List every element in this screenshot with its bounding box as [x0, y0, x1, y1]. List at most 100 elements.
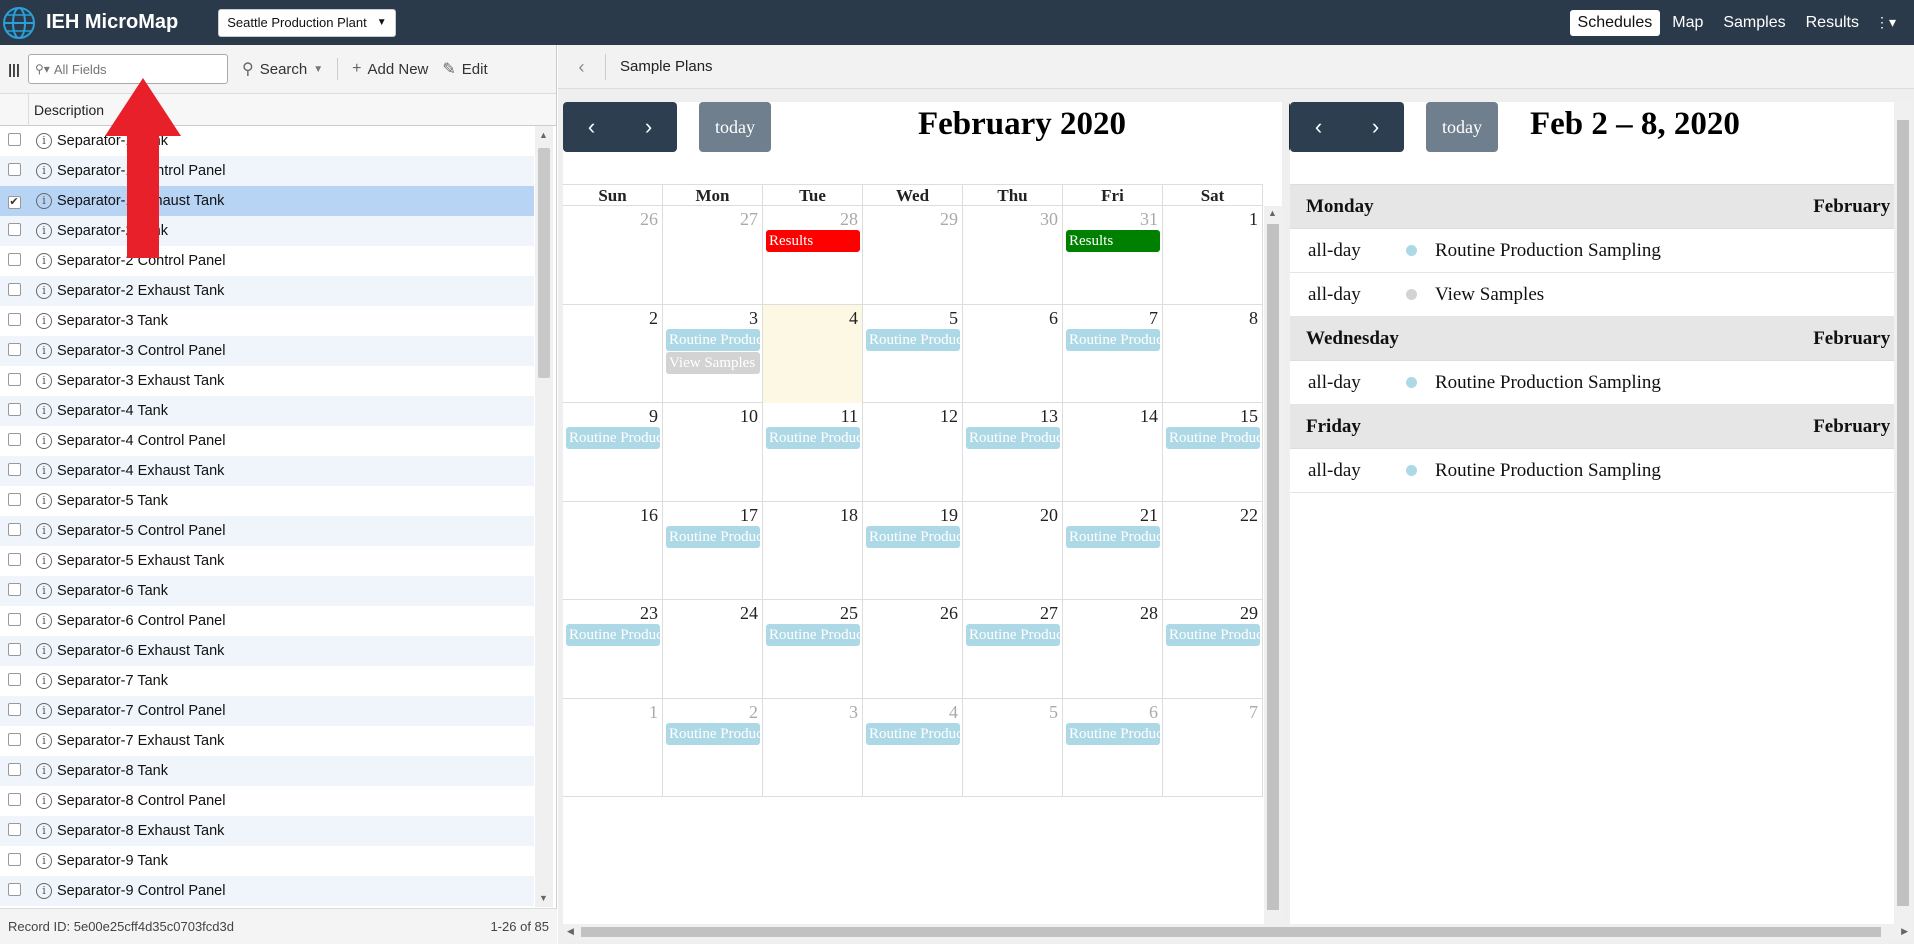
row-checkbox[interactable]: ✔ [0, 193, 28, 209]
calendar-event[interactable]: Routine Production Sampling [566, 427, 660, 449]
row-checkbox[interactable] [0, 132, 28, 150]
calendar-event[interactable]: Routine Production Sampling [1166, 624, 1260, 646]
row-checkbox[interactable] [0, 252, 28, 270]
row-checkbox[interactable] [0, 792, 28, 810]
day-number[interactable]: 26 [640, 209, 658, 230]
info-icon[interactable]: i [36, 373, 52, 389]
day-number[interactable]: 9 [649, 406, 658, 427]
table-row[interactable]: i Separator-3 Control Panel [0, 336, 534, 366]
calendar-day[interactable]: 12 [863, 403, 963, 502]
info-icon[interactable]: i [36, 883, 52, 899]
checkbox[interactable] [7, 432, 21, 446]
day-number[interactable]: 5 [949, 308, 958, 329]
table-row[interactable]: i Separator-7 Control Panel [0, 696, 534, 726]
calendar-event[interactable]: View Samples [666, 351, 760, 374]
info-icon[interactable]: i [36, 313, 52, 329]
calendar-event[interactable]: Routine Production Sampling [966, 624, 1060, 646]
calendar-day[interactable]: 2 [563, 304, 663, 403]
day-number[interactable]: 22 [1240, 505, 1258, 526]
edit-button[interactable]: ✎ Edit [442, 59, 487, 79]
day-number[interactable]: 3 [749, 308, 758, 329]
row-checkbox[interactable] [0, 312, 28, 330]
week-scrollbar[interactable] [1894, 102, 1912, 924]
day-number[interactable]: 13 [1040, 406, 1058, 427]
scroll-thumb[interactable] [538, 148, 550, 378]
nav-map[interactable]: Map [1664, 10, 1711, 36]
checkbox[interactable] [7, 732, 21, 746]
day-number[interactable]: 6 [1049, 308, 1058, 329]
info-icon[interactable]: i [36, 343, 52, 359]
day-number[interactable]: 5 [1049, 702, 1058, 723]
event-title[interactable]: Routine Production Sampling [1435, 372, 1661, 394]
checkbox[interactable] [7, 372, 21, 386]
checkbox[interactable] [7, 792, 21, 806]
search-input[interactable] [53, 61, 214, 77]
calendar-day[interactable]: 26 [863, 600, 963, 699]
info-icon[interactable]: i [36, 673, 52, 689]
calendar-day[interactable]: 21Routine Production Sampling [1063, 501, 1163, 600]
row-checkbox[interactable] [0, 552, 28, 570]
info-icon[interactable]: i [36, 643, 52, 659]
row-checkbox[interactable] [0, 402, 28, 420]
calendar-event[interactable]: Routine Production Sampling [866, 722, 960, 745]
checkbox[interactable]: ✔ [7, 196, 21, 209]
event-title[interactable]: Routine Production Sampling [1435, 460, 1661, 482]
day-number[interactable]: 14 [1140, 406, 1158, 427]
table-row[interactable]: i Separator-9 Tank [0, 846, 534, 876]
day-number[interactable]: 4 [949, 702, 958, 723]
calendar-day[interactable]: 20 [963, 501, 1063, 600]
calendar-day[interactable]: 28 [1063, 600, 1163, 699]
calendar-day[interactable]: 30 [963, 206, 1063, 305]
info-icon[interactable]: i [36, 403, 52, 419]
day-number[interactable]: 25 [840, 603, 858, 624]
checkbox[interactable] [7, 492, 21, 506]
day-number[interactable]: 23 [640, 603, 658, 624]
calendar-event[interactable]: Results [1066, 230, 1160, 252]
row-checkbox[interactable] [0, 372, 28, 390]
scroll-thumb[interactable] [581, 927, 1881, 937]
calendar-day[interactable]: 4 [763, 304, 863, 403]
table-row[interactable]: i Separator-6 Exhaust Tank [0, 636, 534, 666]
app-logo[interactable]: IEH MicroMap [0, 0, 178, 45]
row-checkbox[interactable] [0, 642, 28, 660]
calendar-day[interactable]: 28 Results [763, 206, 863, 305]
info-icon[interactable]: i [36, 133, 52, 149]
horizontal-scrollbar[interactable]: ◀ ▶ [563, 924, 1912, 940]
calendar-event[interactable]: Routine Production Sampling [866, 525, 960, 548]
checkbox[interactable] [7, 252, 21, 266]
table-row[interactable]: i Separator-2 Control Panel [0, 246, 534, 276]
day-number[interactable]: 2 [749, 702, 758, 723]
plant-dropdown[interactable]: Seattle Production Plant ▼ [218, 8, 396, 37]
scroll-thumb[interactable] [1267, 224, 1279, 910]
info-icon[interactable]: i [36, 613, 52, 629]
day-number[interactable]: 27 [1040, 603, 1058, 624]
checkbox[interactable] [7, 282, 21, 296]
table-row[interactable]: i Separator-5 Exhaust Tank [0, 546, 534, 576]
table-row[interactable]: i Separator-8 Tank [0, 756, 534, 786]
calendar-event[interactable]: Routine Production Sampling [1166, 427, 1260, 449]
day-number[interactable]: 1 [649, 702, 658, 723]
week-today-button[interactable]: today [1426, 102, 1498, 152]
calendar-day[interactable]: 29Routine Production Sampling [1163, 600, 1263, 699]
nav-schedules[interactable]: Schedules [1569, 9, 1661, 36]
info-icon[interactable]: i [36, 193, 52, 209]
checkbox[interactable] [7, 882, 21, 896]
calendar-event[interactable]: Routine Production Sampling [666, 722, 760, 745]
info-icon[interactable]: i [36, 163, 52, 179]
row-checkbox[interactable] [0, 342, 28, 360]
scroll-right-icon[interactable]: ▶ [1901, 926, 1908, 937]
row-checkbox[interactable] [0, 282, 28, 300]
day-number[interactable]: 28 [1140, 603, 1158, 624]
checkbox[interactable] [7, 852, 21, 866]
nav-samples[interactable]: Samples [1715, 10, 1793, 36]
calendar-day[interactable]: 23Routine Production Sampling [563, 600, 663, 699]
info-icon[interactable]: i [36, 283, 52, 299]
table-row[interactable]: i Separator-8 Exhaust Tank [0, 816, 534, 846]
checkbox[interactable] [7, 762, 21, 776]
row-checkbox[interactable] [0, 222, 28, 240]
info-icon[interactable]: i [36, 733, 52, 749]
row-checkbox[interactable] [0, 702, 28, 720]
row-checkbox[interactable] [0, 162, 28, 180]
calendar-day[interactable]: 4Routine Production Sampling [863, 698, 963, 797]
scroll-up-icon[interactable]: ▲ [539, 130, 548, 140]
